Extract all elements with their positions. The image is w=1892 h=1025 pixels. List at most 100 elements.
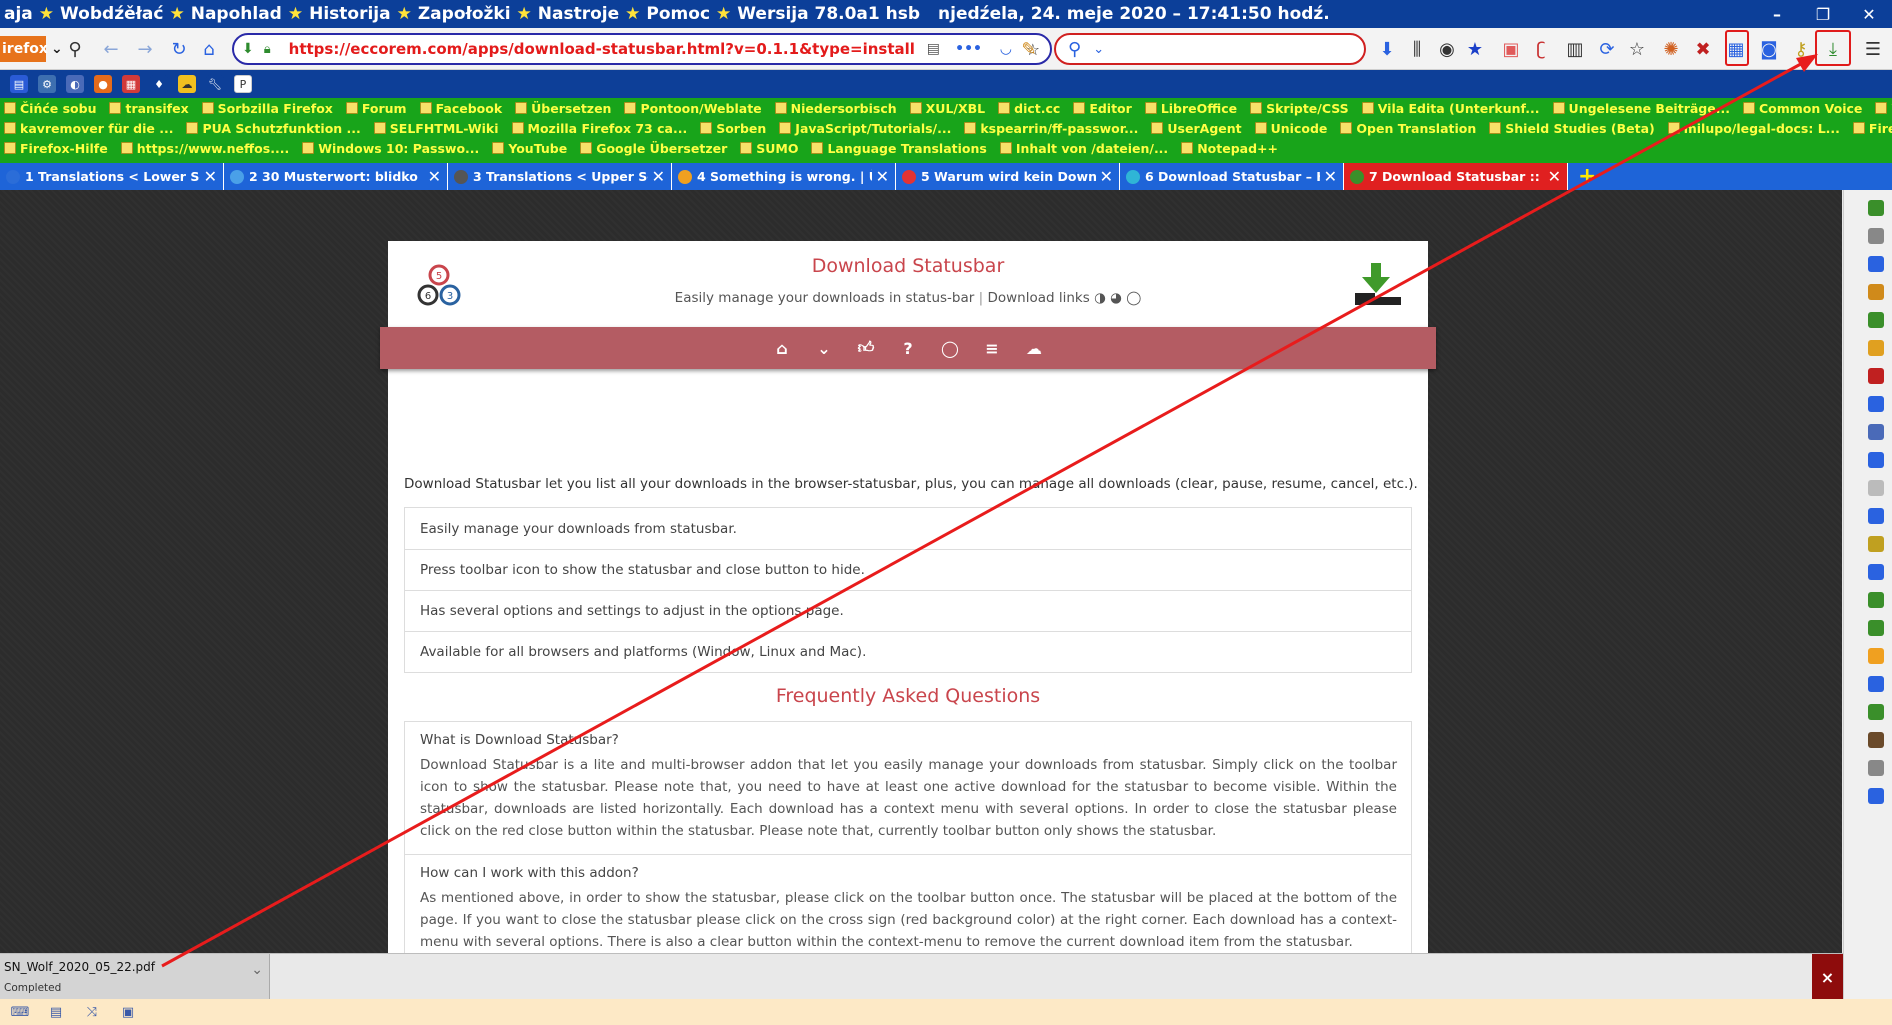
calendar-icon[interactable]: ▦ [122,75,140,93]
sidebar-addon-icon[interactable] [1868,228,1884,244]
sidebar-addon-icon[interactable] [1868,592,1884,608]
bookmark-item[interactable]: JavaScript/Tutorials/... [779,121,951,136]
sidebar-addon-icon[interactable] [1868,424,1884,440]
search-bar[interactable]: ⚲ ⌄ [1054,33,1366,65]
tab-7[interactable]: 7 Download Statusbar :: Ecc ✕ [1344,163,1568,190]
menu-item-bookmarks[interactable]: Zapołožki [414,4,515,24]
translate-icon[interactable]: ▣ [120,1005,136,1020]
camera-icon[interactable]: ◙ [1756,36,1782,62]
bookmark-item[interactable]: PUA Schutzfunktion ... [186,121,361,136]
sidebar-addon-icon[interactable] [1868,676,1884,692]
key-icon[interactable]: ⚷ [1788,36,1814,62]
bookmark-item[interactable]: Editor [1073,101,1132,116]
account-icon[interactable]: ◉ [1434,36,1460,62]
back-icon[interactable]: ← [98,36,124,62]
sidebar-addon-icon[interactable] [1868,256,1884,272]
bookmark-item[interactable]: Notepad++ [1181,141,1278,156]
statusbar-close-button[interactable]: × [1812,954,1843,1000]
tab-2[interactable]: 2 30 Musterwort: blidko ✕ [224,163,448,190]
downloads-arrow-icon[interactable]: ⬇ [1374,36,1400,62]
sidebar-toggle-icon[interactable]: ▥ [1562,36,1588,62]
bookmark-item[interactable]: Niedersorbisch [774,101,897,116]
sidebar-addon-icon[interactable] [1868,396,1884,412]
bookmark-item[interactable]: Skripte/CSS [1250,101,1349,116]
firefox-icon[interactable]: ● [94,75,112,93]
sidebar-addon-icon[interactable] [1868,704,1884,720]
document-icon[interactable]: ▤ [48,1005,64,1020]
sidebar-addon-icon[interactable] [1868,480,1884,496]
bookmark-item[interactable]: Facebook [419,101,502,116]
menu-item-view[interactable]: Napohlad [187,4,286,24]
sidebar-addon-icon[interactable] [1868,340,1884,356]
menu-item-edit[interactable]: Wobdźěłać [56,4,167,24]
bookmark-item[interactable]: UserAgent [1151,121,1242,136]
bookmark-item[interactable]: Sorbzilla Firefox [201,101,333,116]
sidebar-addon-icon[interactable] [1868,788,1884,804]
bookmark-item[interactable]: kavremover für die ... [4,121,173,136]
bookmark-item[interactable]: Windows 10: Passwo... [302,141,479,156]
sidebar-addon-icon[interactable] [1868,312,1884,328]
addon-icon-2[interactable]: ʗ [1528,36,1554,62]
bookmark-item[interactable]: Čińće sobu [4,101,96,116]
bookmark-item[interactable]: Mozilla Firefox 73 ca... [511,121,687,136]
bookmark-item[interactable]: dict.cc [998,101,1060,116]
menu-item-history[interactable]: Historija [305,4,395,24]
bookmark-item[interactable]: XUL/XBL [909,101,985,116]
tab-close-icon[interactable]: ✕ [428,167,441,186]
sidebar-addon-icon[interactable] [1868,760,1884,776]
bookmark-item[interactable]: YouTube [492,141,567,156]
cookie-icon[interactable]: ✺ [1658,36,1684,62]
bookmark-item[interactable]: Shield Studies (Beta) [1489,121,1655,136]
url-bar[interactable]: ⬇ 🔒︎ https://eccorem.com/apps/download-s… [232,33,1052,65]
sidebar-addon-icon[interactable] [1868,648,1884,664]
bookmark-item[interactable]: LibreOffice [1144,101,1237,116]
bookmark-item[interactable]: Open Translation [1340,121,1476,136]
hamburger-menu-icon[interactable]: ☰ [1860,36,1886,62]
star-icon[interactable]: ★ [1462,36,1488,62]
addon-icon-b[interactable]: ⚙ [38,75,56,93]
tab-close-icon[interactable]: ✕ [1100,167,1113,186]
pdf-icon[interactable]: ✖ [1690,36,1716,62]
minimize-button[interactable]: – [1754,0,1800,28]
bookmark-item[interactable]: SELFHTML-Wiki [373,121,499,136]
bookmark-item[interactable]: milupo/legal-docs: L... [1667,121,1840,136]
comment-icon[interactable]: ◯ [940,338,960,358]
tab-1[interactable]: 1 Translations < Lower Sorbian ✕ [0,163,224,190]
list-icon[interactable]: ≡ [982,338,1002,358]
bookmark-item[interactable]: Common Voice [1742,101,1862,116]
sidebar-addon-icon[interactable] [1868,368,1884,384]
bookmark-item[interactable]: https://www.neffos.... [120,141,289,156]
chevron-down-icon[interactable]: ⌄ [251,962,263,978]
bookmark-item[interactable]: Firefox-Hilfe [4,141,108,156]
sidebar-addon-icon[interactable] [1868,732,1884,748]
search-icon[interactable]: ⚲ [62,36,88,62]
menu-item-partial[interactable]: aja [0,4,37,24]
bookmark-item[interactable]: WordPress [1875,101,1892,116]
tab-close-icon[interactable]: ✕ [1324,167,1337,186]
wrench-icon[interactable]: 🔧︎ [206,75,224,93]
menu-item-tools[interactable]: Nastroje [534,4,623,24]
bird-icon[interactable]: ♦ [150,75,168,93]
tab-5[interactable]: 5 Warum wird kein Download ✕ [896,163,1120,190]
weather-icon[interactable]: ☁ [178,75,196,93]
bookmark-item[interactable]: kspearrin/ff-passwor... [964,121,1138,136]
bookmark-item[interactable]: Sorben [700,121,766,136]
reload-icon[interactable]: ↻ [166,36,192,62]
opera-icon[interactable]: ◯ [1126,290,1141,306]
page-actions-icon[interactable]: ••• [955,41,982,57]
tab-close-icon[interactable]: ✕ [652,167,665,186]
tab-close-icon[interactable]: ✕ [876,167,889,186]
question-icon[interactable]: ? [898,338,918,358]
addon-icon-a[interactable]: ▤ [10,75,28,93]
sync-icon[interactable]: ⟳ [1594,36,1620,62]
restore-button[interactable]: ❐ [1800,0,1846,28]
library-icon[interactable]: ⫼ [1404,36,1430,62]
menu-item-help[interactable]: Pomoc [642,4,714,24]
favorite-icon[interactable]: ☆ [1624,36,1650,62]
edit-icon[interactable]: ✎ [1016,36,1042,62]
bookmark-item[interactable]: Firefox Tipp: Nur geä... [1852,121,1892,136]
bookmark-item[interactable]: transifex [109,101,189,116]
sidebar-addon-icon[interactable] [1868,508,1884,524]
keyboard-icon[interactable]: ⌨ [11,1005,30,1020]
close-window-button[interactable]: ✕ [1846,0,1892,28]
